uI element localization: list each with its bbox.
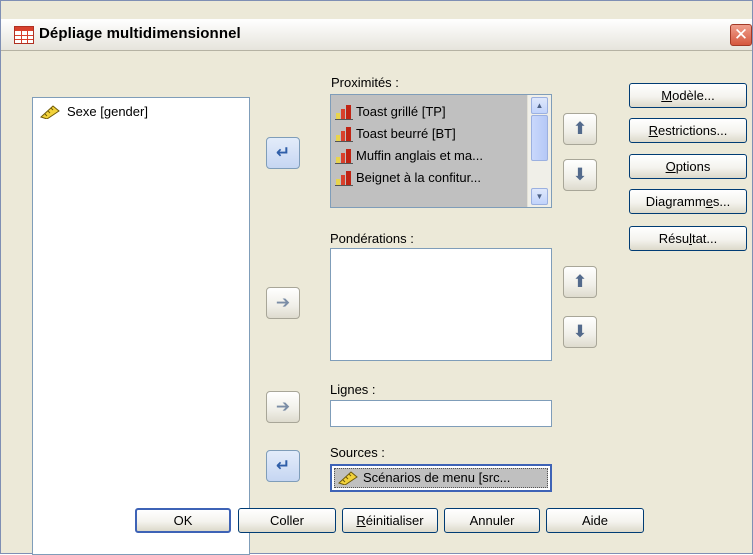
help-button-label: Aide xyxy=(581,513,609,528)
chevron-up-icon: ▲ xyxy=(535,101,544,110)
title-bar[interactable]: Dépliage multidimensionnel ✕ xyxy=(1,19,752,51)
restrictions-button-post: estrictions... xyxy=(658,123,728,138)
arrow-left-icon: ↵ xyxy=(275,143,291,162)
list-item-label: Toast grillé [TP] xyxy=(356,104,446,119)
output-button-pre: Résu xyxy=(658,231,690,246)
move-down-proximities-button[interactable]: ⬇ xyxy=(563,159,597,191)
arrow-up-icon: ⬆ xyxy=(572,119,588,138)
list-item-label: Muffin anglais et ma... xyxy=(356,148,483,163)
move-to-weights-button[interactable]: ➔ xyxy=(266,287,300,319)
move-up-weights-button[interactable]: ⬆ xyxy=(563,266,597,298)
ruler-icon xyxy=(338,471,358,485)
list-item-label: Beignet à la confitur... xyxy=(356,170,482,185)
dialog-window: Dépliage multidimensionnel ✕ Sexe [gende… xyxy=(0,0,753,555)
weights-list[interactable] xyxy=(330,248,552,361)
rows-field[interactable] xyxy=(330,400,552,427)
diagrams-button-post: s... xyxy=(712,194,731,209)
scrollbar[interactable]: ▲ ▼ xyxy=(527,95,551,207)
sources-field[interactable]: Scénarios de menu [src... xyxy=(330,464,552,492)
proximities-label: Proximités : xyxy=(331,75,399,90)
arrow-up-icon: ⬆ xyxy=(572,272,588,291)
ok-button[interactable]: OK xyxy=(135,508,231,533)
bar-chart-icon xyxy=(335,127,353,142)
move-up-proximities-button[interactable]: ⬆ xyxy=(563,113,597,145)
output-button-post: tat... xyxy=(691,231,718,246)
cancel-button[interactable]: Annuler xyxy=(444,508,540,533)
ruler-icon xyxy=(40,105,60,119)
cancel-button-label: Annuler xyxy=(469,513,515,528)
reset-button-mnemonic: R xyxy=(356,513,366,528)
sources-label: Sources : xyxy=(330,445,385,460)
rows-label: Lignes : xyxy=(330,382,376,397)
app-icon xyxy=(14,26,34,44)
restrictions-button[interactable]: Restrictions... xyxy=(629,118,747,143)
move-down-weights-button[interactable]: ⬇ xyxy=(563,316,597,348)
model-button[interactable]: Modèle... xyxy=(629,83,747,108)
paste-button[interactable]: Coller xyxy=(238,508,336,533)
scroll-down-button[interactable]: ▼ xyxy=(531,188,548,205)
reset-button[interactable]: Réinitialiser xyxy=(342,508,438,533)
arrow-down-icon: ⬇ xyxy=(572,322,588,341)
window-title: Dépliage multidimensionnel xyxy=(39,25,241,42)
move-to-rows-button[interactable]: ➔ xyxy=(266,391,300,423)
arrow-down-icon: ⬇ xyxy=(572,165,588,184)
diagrams-button-mnemonic: e xyxy=(705,194,713,209)
bar-chart-icon xyxy=(335,171,353,186)
list-item-label: Sexe [gender] xyxy=(67,104,148,119)
chevron-down-icon: ▼ xyxy=(535,192,544,201)
restrictions-button-mnemonic: R xyxy=(648,123,659,138)
variable-list[interactable]: Sexe [gender] xyxy=(32,97,250,555)
output-button[interactable]: Résultat... xyxy=(629,226,747,251)
bar-chart-icon xyxy=(335,105,353,120)
close-icon: ✕ xyxy=(733,25,749,44)
move-to-proximities-button[interactable]: ↵ xyxy=(266,137,300,169)
options-button-mnemonic: O xyxy=(665,159,676,174)
proximities-list[interactable]: Toast grillé [TP] Toast beurré [BT] Muff… xyxy=(330,94,552,208)
help-button[interactable]: Aide xyxy=(546,508,644,533)
sources-value: Scénarios de menu [src... xyxy=(363,470,511,485)
options-button-post: ptions xyxy=(675,159,711,174)
arrow-left-icon: ↵ xyxy=(275,456,291,475)
move-to-sources-button[interactable]: ↵ xyxy=(266,450,300,482)
weights-label: Pondérations : xyxy=(330,231,414,246)
close-button[interactable]: ✕ xyxy=(730,24,752,46)
arrow-right-icon: ➔ xyxy=(275,293,291,312)
reset-button-post: éinitialiser xyxy=(365,513,424,528)
diagrams-button[interactable]: Diagrammes... xyxy=(629,189,747,214)
options-button[interactable]: Options xyxy=(629,154,747,179)
sources-item[interactable]: Scénarios de menu [src... xyxy=(334,468,548,488)
model-button-post: odèle... xyxy=(672,88,715,103)
ok-button-label: OK xyxy=(173,513,193,528)
diagrams-button-pre: Diagramm xyxy=(645,194,706,209)
scroll-up-button[interactable]: ▲ xyxy=(531,97,548,114)
list-item-label: Toast beurré [BT] xyxy=(356,126,456,141)
scrollbar-thumb[interactable] xyxy=(531,115,548,161)
model-button-mnemonic: M xyxy=(661,88,673,103)
arrow-right-icon: ➔ xyxy=(275,397,291,416)
bar-chart-icon xyxy=(335,149,353,164)
paste-button-label: Coller xyxy=(270,513,304,528)
